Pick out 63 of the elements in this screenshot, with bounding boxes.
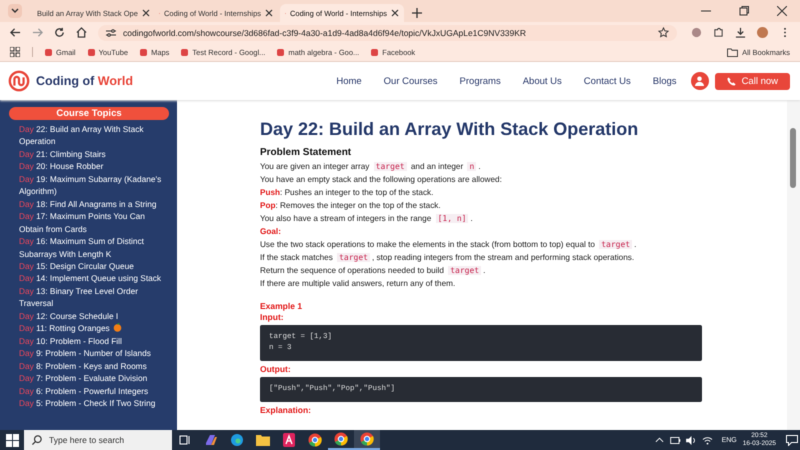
nav-link[interactable]: Contact Us [584, 76, 631, 86]
topic-link[interactable]: Day 14: Implement Queue using Stack [9, 272, 169, 285]
example-label: Input: [260, 312, 285, 323]
statement-text: If the stack matches target , stop reading integers from the stream and performing stack operations. [260, 252, 636, 264]
nav-link[interactable]: Programs [460, 76, 501, 86]
site-settings-icon[interactable] [106, 28, 116, 38]
statement-text: You also have a stream of integers in the range [1, n] . [260, 213, 474, 225]
apps-icon[interactable] [10, 47, 20, 57]
explanation-heading: Explanation: [260, 405, 312, 416]
sidebar-heading: Course Topics [9, 107, 169, 120]
logo-icon [8, 70, 30, 92]
topic-link[interactable]: Day 16: Maximum Sum of Distinct Subarrays With Length K [9, 235, 169, 260]
call-now-button[interactable]: Call now [714, 72, 790, 90]
nav-link[interactable]: Home [336, 76, 362, 86]
close-icon[interactable] [142, 9, 150, 17]
tab-search-icon[interactable] [8, 4, 22, 18]
new-tab-icon[interactable] [412, 8, 422, 18]
topic-link[interactable]: Day 10: Problem - Flood Fill [9, 334, 169, 348]
nav-link[interactable]: Our Courses [384, 76, 438, 86]
page-title: Day 22: Build an Array With Stack Operation [260, 119, 640, 140]
statement-text: If there are multiple valid answers, return any of them. [260, 278, 456, 290]
site-logo[interactable]: Coding of World [36, 74, 133, 88]
statement-text: Push: Pushes an integer to the top of the stack. [260, 187, 434, 199]
topic-link[interactable]: Day 18: Find All Anagrams in a String [9, 198, 169, 210]
chrome-icon[interactable] [354, 430, 380, 450]
notification-icon[interactable] [784, 434, 800, 446]
statement-text: Pop: Removes the integer on the top of the stack. [260, 200, 442, 212]
topic-link[interactable]: Day 21: Climbing Stairs [9, 148, 169, 160]
profile-avatar[interactable] [757, 27, 768, 38]
folder-icon [727, 48, 738, 56]
statement-text: Goal: [260, 226, 282, 238]
topic-link[interactable]: Day 19: Maximum Subarray (Kadane's Algorithm) [9, 172, 169, 198]
phone-icon [726, 76, 736, 86]
topic-link[interactable]: Day 22: Build an Array With Stack Operation [9, 123, 169, 148]
topic-link[interactable]: Day 6: Problem - Powerful Integers [9, 384, 169, 397]
topic-link[interactable]: Day 8: Problem - Keys and Rooms [9, 360, 169, 372]
scrollbar[interactable] [787, 100, 800, 430]
topic-link[interactable]: Day 9: Problem - Number of Islands [9, 347, 169, 360]
example-heading: Example 1 [260, 301, 304, 311]
topic-link[interactable]: Day 5: Problem - Check If Two String [9, 396, 169, 410]
topic-link[interactable]: Day 15: Design Circular Queue [9, 260, 169, 272]
taskbar-search-field[interactable]: Type here to search [24, 430, 172, 450]
topic-link[interactable]: Day 13: Binary Tree Level Order Traversal [9, 284, 169, 310]
topic-link[interactable]: Day 7: Problem - Evaluate Division [9, 372, 169, 385]
section-heading: Problem Statement [260, 147, 352, 158]
topic-link[interactable]: Day 17: Maximum Points You Can Obtain from Cards [9, 210, 169, 236]
nav-link[interactable]: Blogs [652, 76, 677, 86]
topic-link[interactable]: Day 12: Course Schedule I [9, 310, 169, 322]
star-icon[interactable] [658, 27, 669, 38]
topic-link[interactable]: Day 11: Rotting Oranges [9, 322, 169, 335]
close-icon[interactable] [265, 9, 273, 17]
fruit-icon [112, 323, 122, 332]
example-label: Output: [260, 364, 292, 375]
user-icon[interactable] [690, 72, 709, 90]
statement-text: Return the sequence of operations needed to build target . [260, 265, 486, 277]
nav-link[interactable]: About Us [522, 76, 562, 86]
statement-text: You are given an integer array target and an integer n . [260, 161, 482, 173]
topic-link[interactable]: Day 20: House Robber [9, 160, 169, 173]
statement-text: Use the two stack operations to make the elements in the stack (from bottom to top) equal to target . [260, 239, 638, 251]
search-icon [32, 435, 42, 445]
statement-text: You have an empty stack and the following operations are allowed: [260, 174, 503, 186]
close-icon[interactable] [391, 9, 399, 17]
address-bar[interactable]: codingofworld.com/showcourse/3d686fad-c3f9-4a30-a1d9-4ad8a4d6f94e/topic/VkJxUGApLe1C9NV339KR [98, 24, 677, 40]
